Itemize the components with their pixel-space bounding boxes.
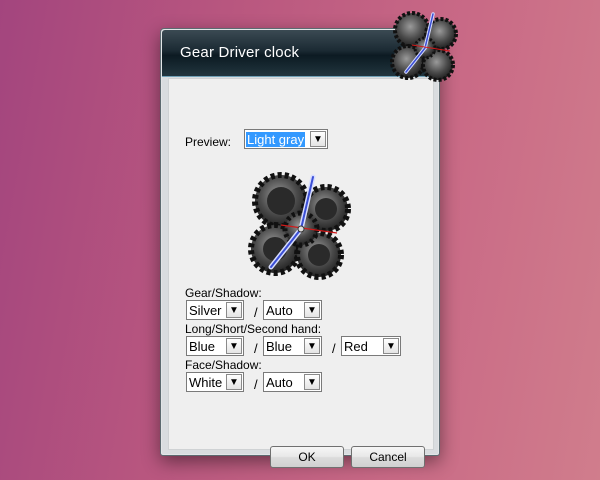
chevron-down-icon[interactable]: ▼ [304,338,320,354]
chevron-down-icon[interactable]: ▼ [310,131,326,147]
second-hand-value: Red [344,339,368,354]
hands-label: Long/Short/Second hand: [185,322,322,336]
short-hand-select[interactable]: Blue ▼ [263,336,322,356]
gear-shadow-value: Auto [266,303,293,318]
preview-select[interactable]: Light gray ▼ [244,129,328,149]
gear-color-value: Silver [189,303,222,318]
separator-slash: / [254,341,258,356]
chevron-down-icon[interactable]: ▼ [226,302,242,318]
gear-shadow-label: Gear/Shadow: [185,286,262,300]
cancel-button[interactable]: Cancel [351,446,425,468]
long-hand-select[interactable]: Blue ▼ [186,336,244,356]
separator-slash: / [254,377,258,392]
gear-shadow-select[interactable]: Auto ▼ [263,300,322,320]
preview-select-value: Light gray [246,132,306,147]
chevron-down-icon[interactable]: ▼ [226,374,242,390]
long-hand-value: Blue [189,339,216,354]
dialog-title: Gear Driver clock [180,44,300,61]
ok-button[interactable]: OK [270,446,344,468]
chevron-down-icon[interactable]: ▼ [304,302,320,318]
second-hand-select[interactable]: Red ▼ [341,336,401,356]
chevron-down-icon[interactable]: ▼ [304,374,320,390]
gadget-settings-dialog: Gear Driver clock Preview: Light gray ▼ [160,28,440,468]
preview-label: Preview: [185,135,232,149]
face-color-select[interactable]: White ▼ [186,372,244,392]
separator-slash: / [332,341,336,356]
chevron-down-icon[interactable]: ▼ [226,338,242,354]
face-shadow-label: Face/Shadow: [185,358,262,372]
gear-color-select[interactable]: Silver ▼ [186,300,244,320]
face-shadow-select[interactable]: Auto ▼ [263,372,322,392]
separator-slash: / [254,305,258,320]
settings-panel: Preview: Light gray ▼ Gear/Shadow: Silve… [168,78,434,468]
clock-preview-image [248,172,351,280]
face-color-value: White [189,375,223,390]
short-hand-value: Blue [266,339,293,354]
face-shadow-value: Auto [266,375,293,390]
chevron-down-icon[interactable]: ▼ [383,338,399,354]
gadget-logo-icon [390,11,458,82]
